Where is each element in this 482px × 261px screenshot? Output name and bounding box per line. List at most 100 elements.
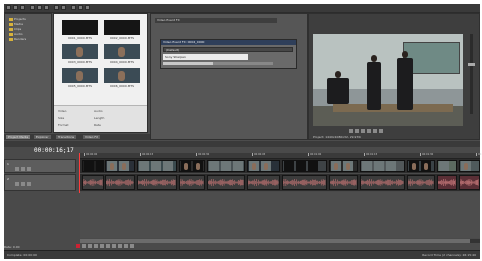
video-event[interactable] xyxy=(179,160,205,172)
audio-event[interactable] xyxy=(437,175,457,190)
video-event[interactable] xyxy=(437,160,457,172)
record-icon[interactable] xyxy=(76,244,80,248)
audio-event[interactable] xyxy=(137,175,177,190)
media-name: 0001_0000.MTS xyxy=(67,36,93,40)
audio-event[interactable] xyxy=(247,175,280,190)
video-event[interactable] xyxy=(360,160,405,172)
clip-thumbnail xyxy=(163,161,173,171)
audio-event[interactable] xyxy=(282,175,327,190)
audio-track-lane[interactable] xyxy=(80,174,480,191)
loop-icon[interactable] xyxy=(82,244,86,248)
track-fx-icon[interactable] xyxy=(27,167,31,171)
audio-event[interactable] xyxy=(105,175,135,190)
master-volume-slider[interactable] xyxy=(468,34,475,114)
stop-icon[interactable] xyxy=(106,244,110,248)
audio-event[interactable] xyxy=(329,175,358,190)
tab-transitions[interactable]: Transitions xyxy=(56,135,77,139)
ruler-tick xyxy=(476,153,477,156)
open-icon[interactable] xyxy=(13,5,18,10)
ruler-label: 00:00:30 xyxy=(198,153,210,156)
audio-track-header[interactable]: 2 xyxy=(4,174,76,191)
track-fx-icon[interactable] xyxy=(27,182,31,186)
scrollbar-thumb[interactable] xyxy=(80,239,470,243)
redo-icon[interactable] xyxy=(61,5,66,10)
preview-quality-icon[interactable] xyxy=(355,129,359,133)
video-track-header[interactable]: 1 xyxy=(4,159,76,173)
audio-waveform xyxy=(248,178,279,187)
go-to-start-icon[interactable] xyxy=(112,244,116,248)
timecode-display: 00:00:16;17 xyxy=(34,147,74,154)
audio-event[interactable] xyxy=(407,175,435,190)
cut-icon[interactable] xyxy=(30,5,35,10)
solo-icon[interactable] xyxy=(21,182,25,186)
ruler-tick xyxy=(196,153,197,156)
media-item[interactable]: 0003_0000.MTS xyxy=(62,44,98,64)
tree-item[interactable]: Audio xyxy=(9,32,23,36)
tab-project-media[interactable]: Project Media xyxy=(6,135,31,139)
ruler-label: 00:00:45 xyxy=(254,153,266,156)
video-event[interactable] xyxy=(105,160,135,172)
clip-thumbnail xyxy=(261,161,271,171)
video-event[interactable] xyxy=(247,160,280,172)
timeline-scrollbar[interactable] xyxy=(80,239,480,243)
status-complete: Complete: 00:00:00 xyxy=(7,253,37,257)
go-to-end-icon[interactable] xyxy=(118,244,122,248)
video-event[interactable] xyxy=(459,160,480,172)
video-event[interactable] xyxy=(407,160,435,172)
clip-thumbnail xyxy=(362,161,372,171)
volume-knob[interactable] xyxy=(468,63,475,67)
prev-frame-icon[interactable] xyxy=(124,244,128,248)
video-event[interactable] xyxy=(207,160,245,172)
media-item[interactable]: 0004_0000.MTS xyxy=(104,44,140,64)
audio-event[interactable] xyxy=(179,175,205,190)
clip-thumbnail xyxy=(343,161,353,171)
split-screen-icon[interactable] xyxy=(379,129,383,133)
audio-event[interactable] xyxy=(82,175,104,190)
tab-explorer[interactable]: Explorer xyxy=(34,135,51,139)
edit-tool-icon[interactable] xyxy=(71,5,76,10)
tab-video-fx[interactable]: Video FX xyxy=(83,135,101,139)
video-event[interactable] xyxy=(282,160,327,172)
video-event[interactable] xyxy=(137,160,177,172)
tree-item[interactable]: Media xyxy=(9,22,23,26)
clip-thumbnail xyxy=(439,161,449,171)
play-from-start-icon[interactable] xyxy=(88,244,92,248)
clip-thumbnail xyxy=(308,161,318,171)
save-icon[interactable] xyxy=(20,5,25,10)
snapshot-icon[interactable] xyxy=(367,129,371,133)
playhead-cursor[interactable] xyxy=(79,153,80,193)
audio-event[interactable] xyxy=(459,175,480,190)
media-item[interactable]: 0006_0000.MTS xyxy=(104,68,140,88)
preview-settings-icon[interactable] xyxy=(349,129,353,133)
new-icon[interactable] xyxy=(6,5,11,10)
envelope-tool-icon[interactable] xyxy=(78,5,83,10)
copy-icon[interactable] xyxy=(37,5,42,10)
video-track-lane[interactable] xyxy=(80,159,480,173)
selection-tool-icon[interactable] xyxy=(85,5,90,10)
tree-item[interactable]: Clips xyxy=(9,27,21,31)
copy-snapshot-icon[interactable] xyxy=(373,129,377,133)
fx-preset-select[interactable]: (Default) xyxy=(163,47,293,52)
tree-item[interactable]: Projects xyxy=(9,17,26,21)
media-item[interactable]: 0005_0000.MTS xyxy=(62,68,98,88)
video-event[interactable] xyxy=(82,160,104,172)
undo-icon[interactable] xyxy=(54,5,59,10)
paste-icon[interactable] xyxy=(44,5,49,10)
overlay-icon[interactable] xyxy=(361,129,365,133)
tree-item[interactable]: Renders xyxy=(9,37,26,41)
next-frame-icon[interactable] xyxy=(130,244,134,248)
audio-event[interactable] xyxy=(360,175,405,190)
empty-track-area[interactable] xyxy=(80,192,480,238)
media-item[interactable]: 0001_0000.MTS xyxy=(62,20,98,40)
clip-thumbnail xyxy=(221,161,231,171)
mute-icon[interactable] xyxy=(15,167,19,171)
mute-icon[interactable] xyxy=(15,182,19,186)
video-event[interactable] xyxy=(329,160,358,172)
solo-icon[interactable] xyxy=(21,167,25,171)
play-icon[interactable] xyxy=(94,244,98,248)
audio-event[interactable] xyxy=(207,175,245,190)
pause-icon[interactable] xyxy=(100,244,104,248)
fx-amount-slider[interactable] xyxy=(163,62,273,65)
media-item[interactable]: 0002_0000.MTS xyxy=(104,20,140,40)
project-media-grid: 0001_0000.MTS 0002_0000.MTS 0003_0000.MT… xyxy=(53,13,148,133)
